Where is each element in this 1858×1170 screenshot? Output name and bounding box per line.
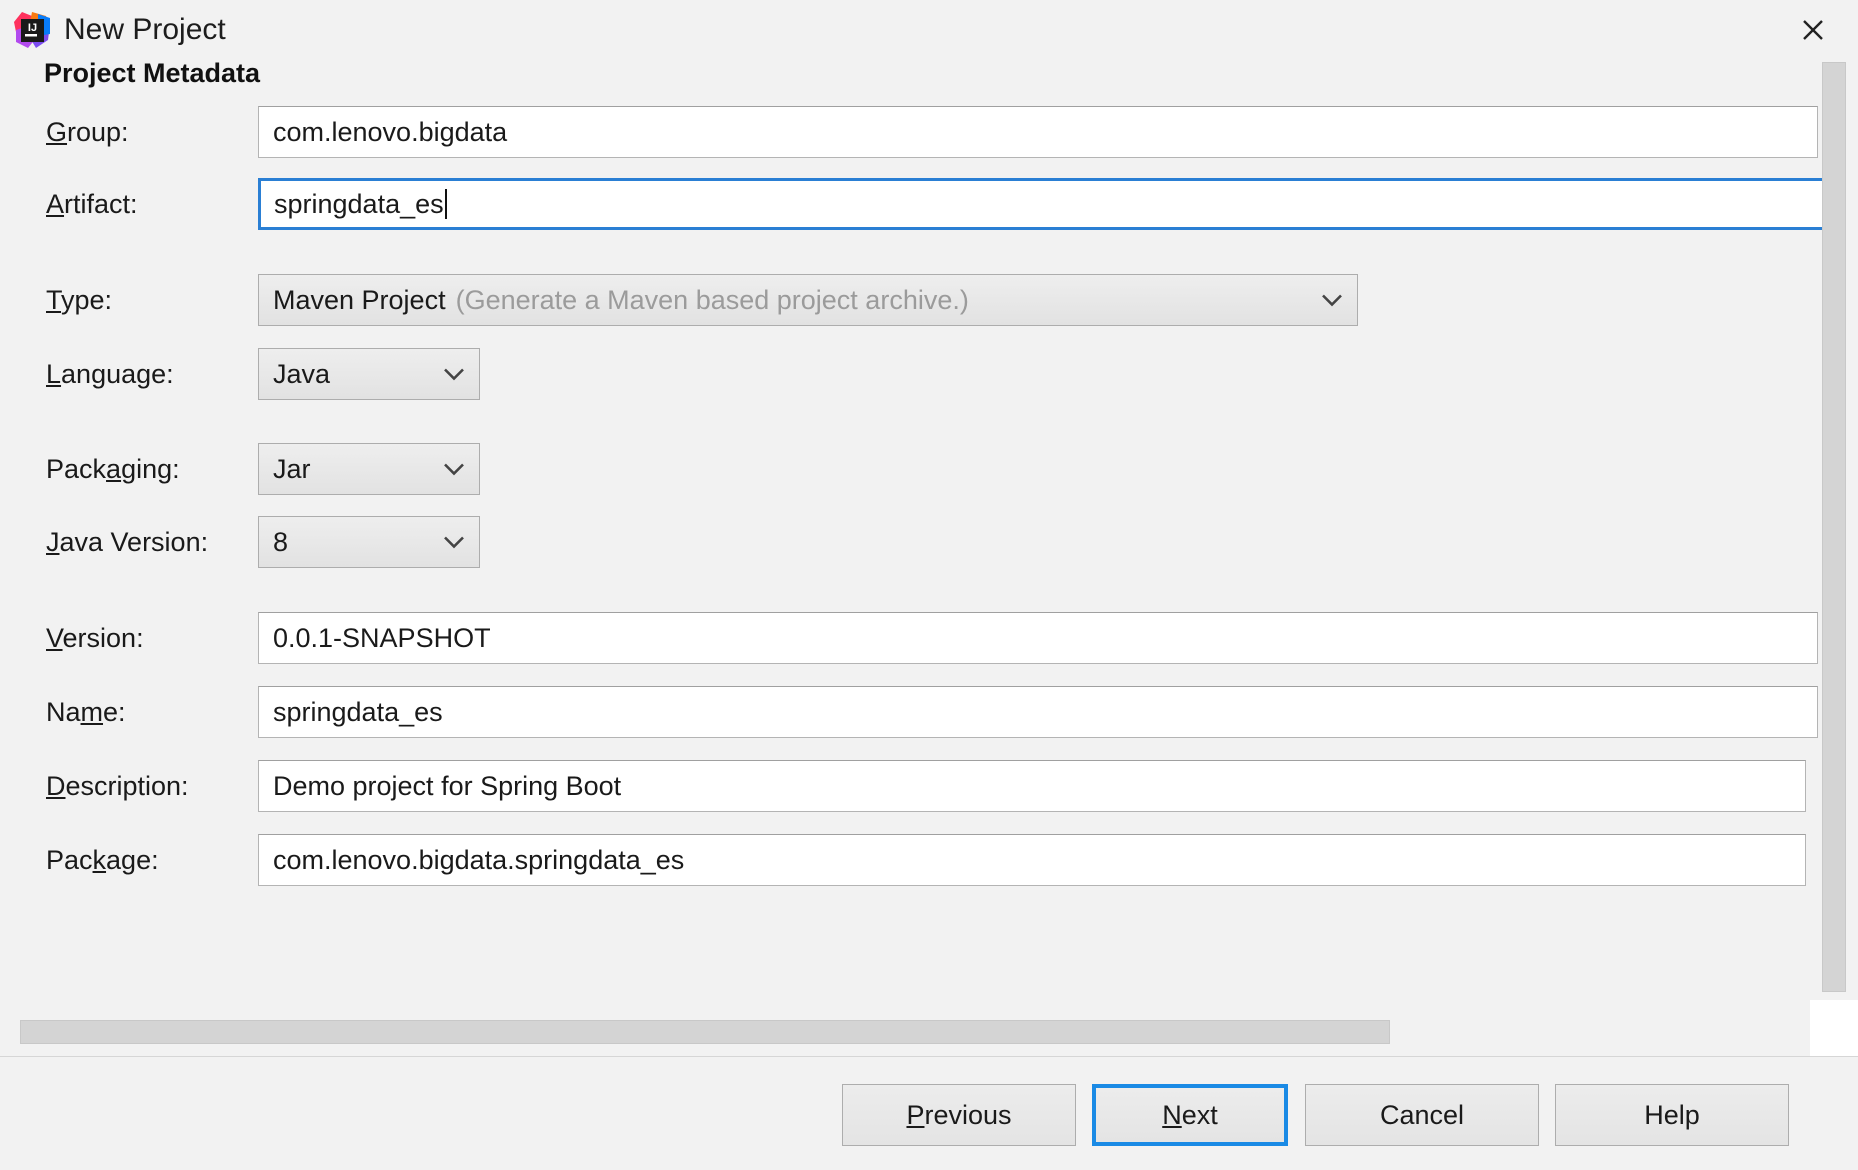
form-row-type: Type: Maven Project (Generate a Maven ba…: [0, 272, 1830, 328]
chevron-down-icon: [443, 536, 465, 549]
previous-button[interactable]: Previous: [842, 1084, 1076, 1146]
java-version-dropdown[interactable]: 8: [258, 516, 480, 568]
packaging-dropdown[interactable]: Jar: [258, 443, 480, 495]
form-row-group: Group: com.lenovo.bigdata: [0, 104, 1830, 160]
language-value: Java: [273, 358, 331, 389]
svg-text:IJ: IJ: [28, 22, 37, 34]
language-label: Language:: [46, 359, 174, 389]
page-title: Project Metadata: [44, 58, 261, 88]
version-label: Version:: [46, 623, 144, 653]
type-label: Type:: [46, 285, 113, 315]
group-input[interactable]: com.lenovo.bigdata: [258, 106, 1818, 158]
artifact-value: springdata_es: [274, 188, 444, 219]
chevron-down-icon: [443, 368, 465, 381]
form-row-name: Name: springdata_es: [0, 684, 1830, 740]
help-button[interactable]: Help: [1555, 1084, 1789, 1146]
artifact-input[interactable]: springdata_es: [258, 178, 1830, 230]
next-button-label: Next: [1162, 1099, 1218, 1130]
version-input[interactable]: 0.0.1-SNAPSHOT: [258, 612, 1818, 664]
language-dropdown[interactable]: Java: [258, 348, 480, 400]
form-row-version: Version: 0.0.1-SNAPSHOT: [0, 610, 1830, 666]
form-row-language: Language: Java: [0, 346, 1830, 402]
vertical-scrollbar-thumb[interactable]: [1822, 62, 1846, 992]
name-label: Name:: [46, 697, 126, 727]
packaging-label: Packaging:: [46, 454, 180, 484]
packaging-value: Jar: [273, 453, 311, 484]
text-caret: [444, 189, 447, 219]
cancel-button[interactable]: Cancel: [1305, 1084, 1539, 1146]
form-row-packaging: Packaging: Jar: [0, 441, 1830, 497]
chevron-down-icon: [443, 463, 465, 476]
close-icon[interactable]: [1790, 8, 1836, 52]
form-row-package: Package: com.lenovo.bigdata.springdata_e…: [0, 832, 1830, 888]
button-bar-separator: [0, 1056, 1858, 1057]
dialog-title: New Project: [64, 13, 226, 46]
intellij-idea-icon: IJ: [12, 10, 52, 50]
name-value: springdata_es: [273, 696, 443, 727]
cancel-button-label: Cancel: [1379, 1099, 1465, 1130]
form-row-java-version: Java Version: 8: [0, 514, 1830, 570]
artifact-label: Artifact:: [46, 189, 138, 219]
type-value: Maven Project: [273, 284, 446, 315]
scroll-corner: [1810, 1000, 1858, 1056]
group-value: com.lenovo.bigdata: [273, 116, 508, 147]
package-label: Package:: [46, 845, 159, 875]
form-row-description: Description: Demo project for Spring Boo…: [0, 758, 1830, 814]
chevron-down-icon: [1321, 294, 1343, 307]
help-button-label: Help: [1644, 1099, 1700, 1130]
form-row-artifact: Artifact: springdata_es: [0, 176, 1830, 232]
package-input[interactable]: com.lenovo.bigdata.springdata_es: [258, 834, 1806, 886]
description-value: Demo project for Spring Boot: [273, 770, 622, 801]
java-version-value: 8: [273, 526, 289, 557]
description-label: Description:: [46, 771, 189, 801]
dialog-button-bar: Previous Next Cancel Help: [0, 1076, 1858, 1170]
package-value: com.lenovo.bigdata.springdata_es: [273, 844, 685, 875]
dialog-title-bar: IJ New Project: [0, 0, 1858, 58]
next-button[interactable]: Next: [1092, 1084, 1288, 1146]
version-value: 0.0.1-SNAPSHOT: [273, 622, 491, 653]
type-hint: (Generate a Maven based project archive.…: [455, 284, 969, 315]
horizontal-scrollbar-thumb[interactable]: [20, 1020, 1390, 1044]
type-dropdown[interactable]: Maven Project (Generate a Maven based pr…: [258, 274, 1358, 326]
previous-button-label: Previous: [906, 1099, 1012, 1130]
java-version-label: Java Version:: [46, 527, 209, 557]
project-metadata-form: Group: com.lenovo.bigdata Artifact: spri…: [0, 96, 1830, 1026]
description-input[interactable]: Demo project for Spring Boot: [258, 760, 1806, 812]
name-input[interactable]: springdata_es: [258, 686, 1818, 738]
group-label: Group:: [46, 117, 129, 147]
